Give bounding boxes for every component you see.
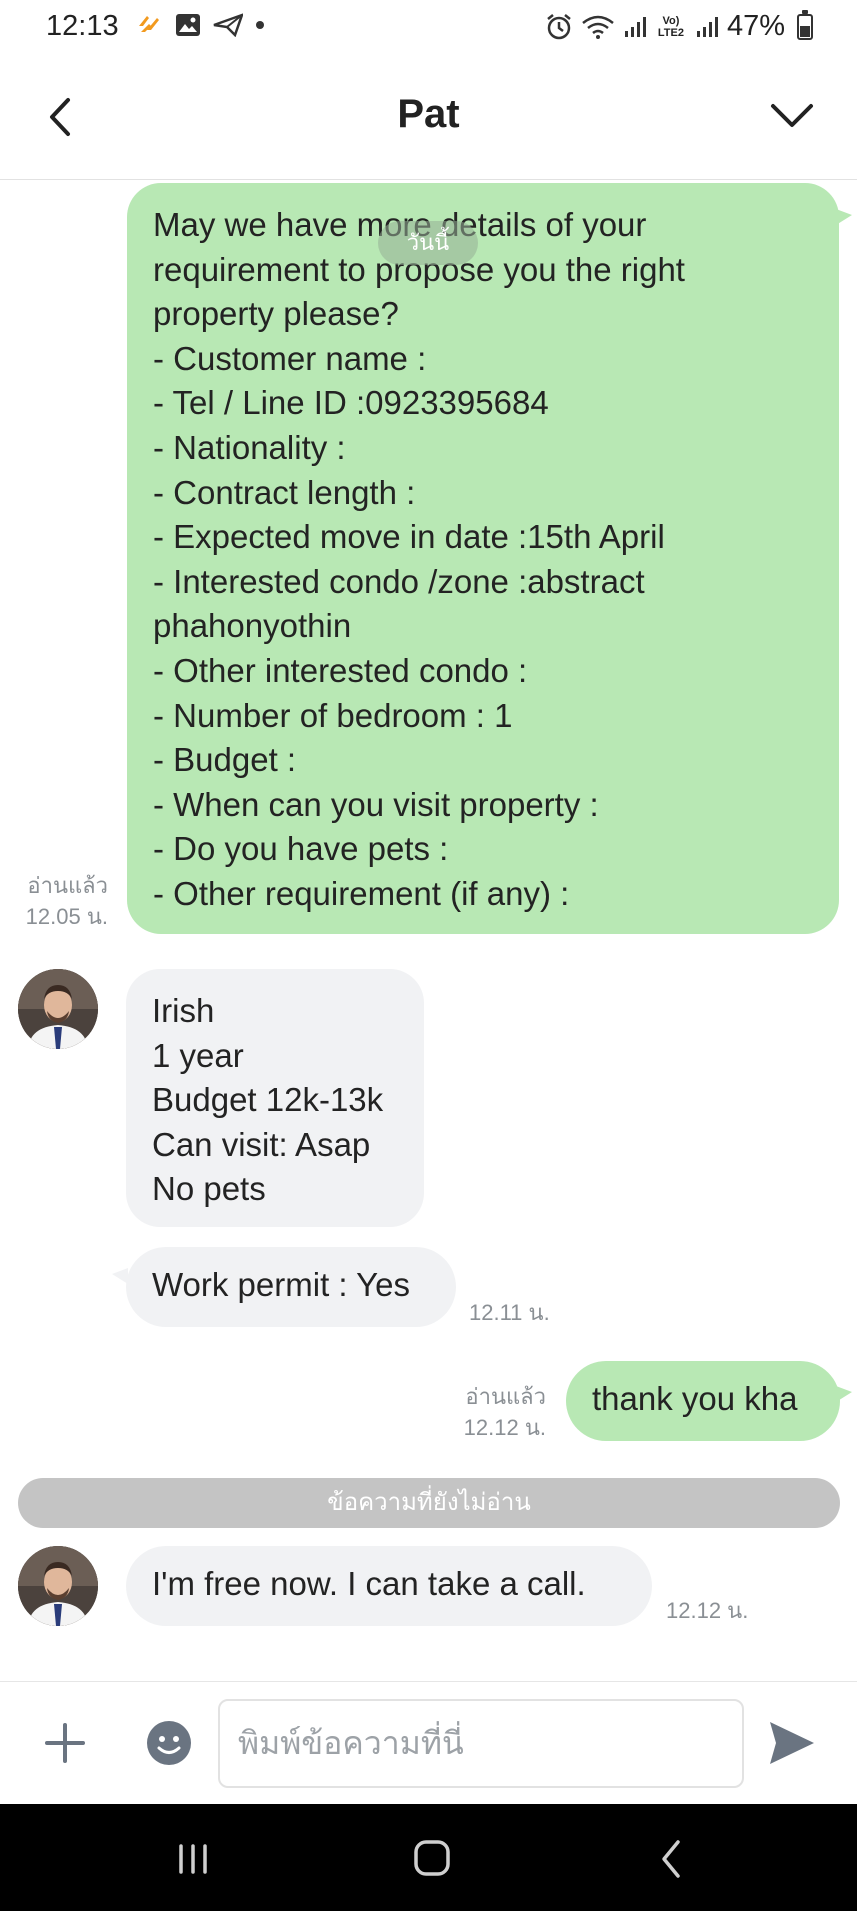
contact-avatar-icon [18, 969, 98, 1049]
message-time: 12.12 น. [666, 1598, 749, 1623]
signal-icon [624, 16, 646, 37]
chat-area[interactable]: May we have more details of your requirem… [0, 181, 857, 1681]
incoming-message-bubble[interactable]: I'm free now. I can take a call. [126, 1546, 652, 1626]
message-text-line: Work permit : Yes [152, 1266, 410, 1303]
message-input[interactable] [218, 1699, 744, 1788]
unread-divider: ข้อความที่ยังไม่อ่าน [18, 1478, 840, 1528]
message-text-line: No pets [152, 1170, 266, 1208]
message-text-line: phahonyothin [153, 607, 352, 645]
contact-avatar-icon [18, 1546, 98, 1626]
send-notification-icon [213, 13, 243, 37]
chat-title: Pat [397, 92, 460, 136]
lte-label: Vo) LTE2 [657, 14, 684, 39]
back-nav-icon[interactable] [642, 1834, 702, 1884]
message-text-line: - Other interested condo : [153, 651, 528, 689]
message-text-line: - Interested condo /zone :abstract [153, 562, 645, 600]
battery-percent: 47% [726, 10, 785, 42]
read-receipt: อ่านแล้ว [27, 873, 108, 898]
message-meta: อ่านแล้ว 12.05 น. [0, 870, 108, 932]
date-divider: วันนี้ [378, 221, 478, 265]
emoji-icon[interactable] [146, 1720, 192, 1766]
message-time: 12.11 น. [469, 1300, 550, 1325]
message-text-line: - Tel / Line ID :0923395684 [153, 384, 549, 422]
recent-apps-icon[interactable] [163, 1834, 223, 1884]
more-notifications-dot-icon [256, 21, 264, 29]
outgoing-message-bubble[interactable]: May we have more details of your requirem… [127, 183, 839, 934]
message-time: 12.05 น. [25, 904, 108, 929]
message-text-line: thank you kha [592, 1380, 798, 1417]
chat-header: Pat [0, 56, 857, 180]
message-text-line: property please? [153, 295, 399, 333]
message-text-line: - Contract length : [153, 473, 416, 511]
message-input-bar [0, 1681, 857, 1804]
gallery-icon [176, 14, 200, 36]
wifi-icon [582, 15, 614, 39]
incoming-message-bubble[interactable]: Work permit : Yes [126, 1247, 456, 1327]
avatar[interactable] [18, 969, 98, 1049]
bubble-tail [836, 209, 852, 225]
message-text-line: - Number of bedroom : 1 [153, 696, 513, 734]
alarm-icon [547, 13, 571, 39]
message-text-line: Irish [152, 992, 215, 1029]
read-receipt: อ่านแล้ว [465, 1384, 546, 1409]
message-text-line: - Customer name : [153, 339, 427, 377]
message-text-line: - When can you visit property : [153, 785, 599, 823]
message-text-line: - Budget : [153, 741, 297, 779]
system-navigation-bar [0, 1804, 857, 1911]
message-text-line: 1 year [152, 1036, 244, 1074]
message-text-line: May we have more details of your [153, 206, 647, 243]
message-text-line: Budget 12k-13k [152, 1081, 384, 1119]
message-text-line: requirement to propose you the right [153, 250, 685, 288]
status-time: 12:13 [46, 10, 119, 42]
message-time: 12.12 น. [463, 1415, 546, 1440]
message-text-line: Can visit: Asap [152, 1125, 371, 1163]
message-text-line: - Nationality : [153, 428, 346, 466]
send-icon[interactable] [768, 1720, 816, 1766]
signal-icon-2 [696, 16, 718, 37]
status-bar: 12:13 Vo) LTE2 47% [0, 0, 857, 56]
home-icon[interactable] [402, 1834, 462, 1884]
outgoing-message-bubble[interactable]: thank you kha [566, 1361, 840, 1441]
notification-app-icon [139, 16, 159, 32]
message-text-line: - Expected move in date :15th April [153, 518, 665, 556]
battery-icon [797, 9, 813, 40]
message-text-line: - Do you have pets : [153, 830, 449, 868]
avatar[interactable] [18, 1546, 98, 1626]
incoming-message-bubble[interactable]: Irish 1 year Budget 12k-13k Can visit: Asap… [126, 969, 424, 1227]
message-text-line: - Other requirement (if any) : [153, 874, 570, 912]
chevron-down-icon[interactable] [767, 96, 817, 136]
message-meta: อ่านแล้ว 12.12 น. [380, 1381, 546, 1443]
plus-icon[interactable] [44, 1722, 86, 1764]
message-text-line: I'm free now. I can take a call. [152, 1565, 586, 1602]
bubble-tail [836, 1386, 852, 1402]
